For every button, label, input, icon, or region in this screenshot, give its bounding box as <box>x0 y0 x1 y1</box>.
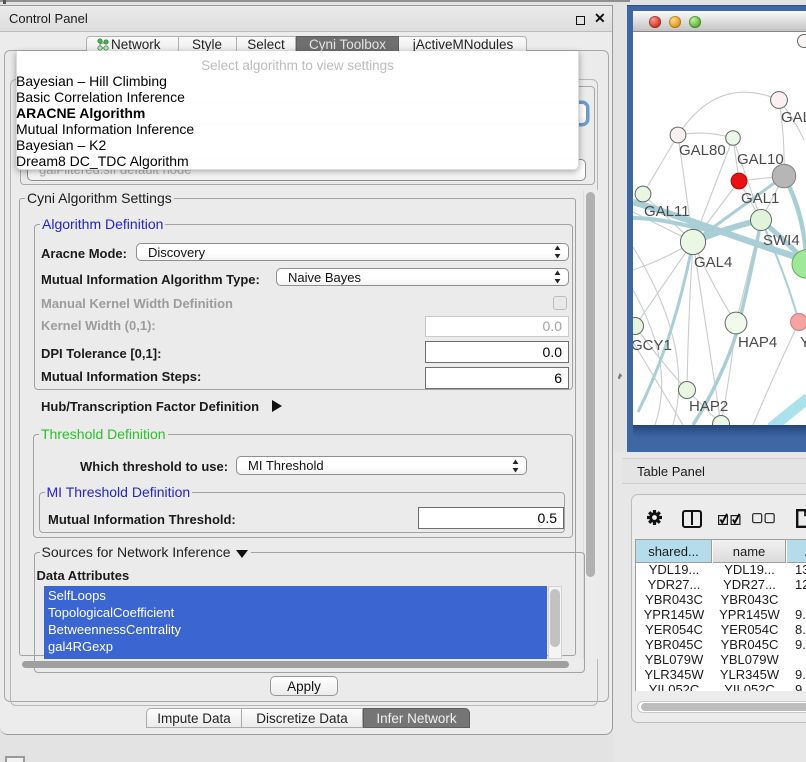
svg-text:GAL10: GAL10 <box>737 151 784 168</box>
svg-text:GCY1: GCY1 <box>633 337 672 354</box>
svg-text:HAP2: HAP2 <box>689 398 728 415</box>
svg-text:GAL4: GAL4 <box>694 254 732 271</box>
svg-text:GAL2: GAL2 <box>781 109 806 126</box>
svg-text:GAL80: GAL80 <box>679 142 726 159</box>
svg-text:SWI4: SWI4 <box>763 232 800 249</box>
svg-text:GAL1: GAL1 <box>741 190 779 207</box>
svg-text:HAP4: HAP4 <box>738 334 777 351</box>
svg-text:GAL11: GAL11 <box>644 203 690 220</box>
svg-text:Y: Y <box>800 334 806 351</box>
